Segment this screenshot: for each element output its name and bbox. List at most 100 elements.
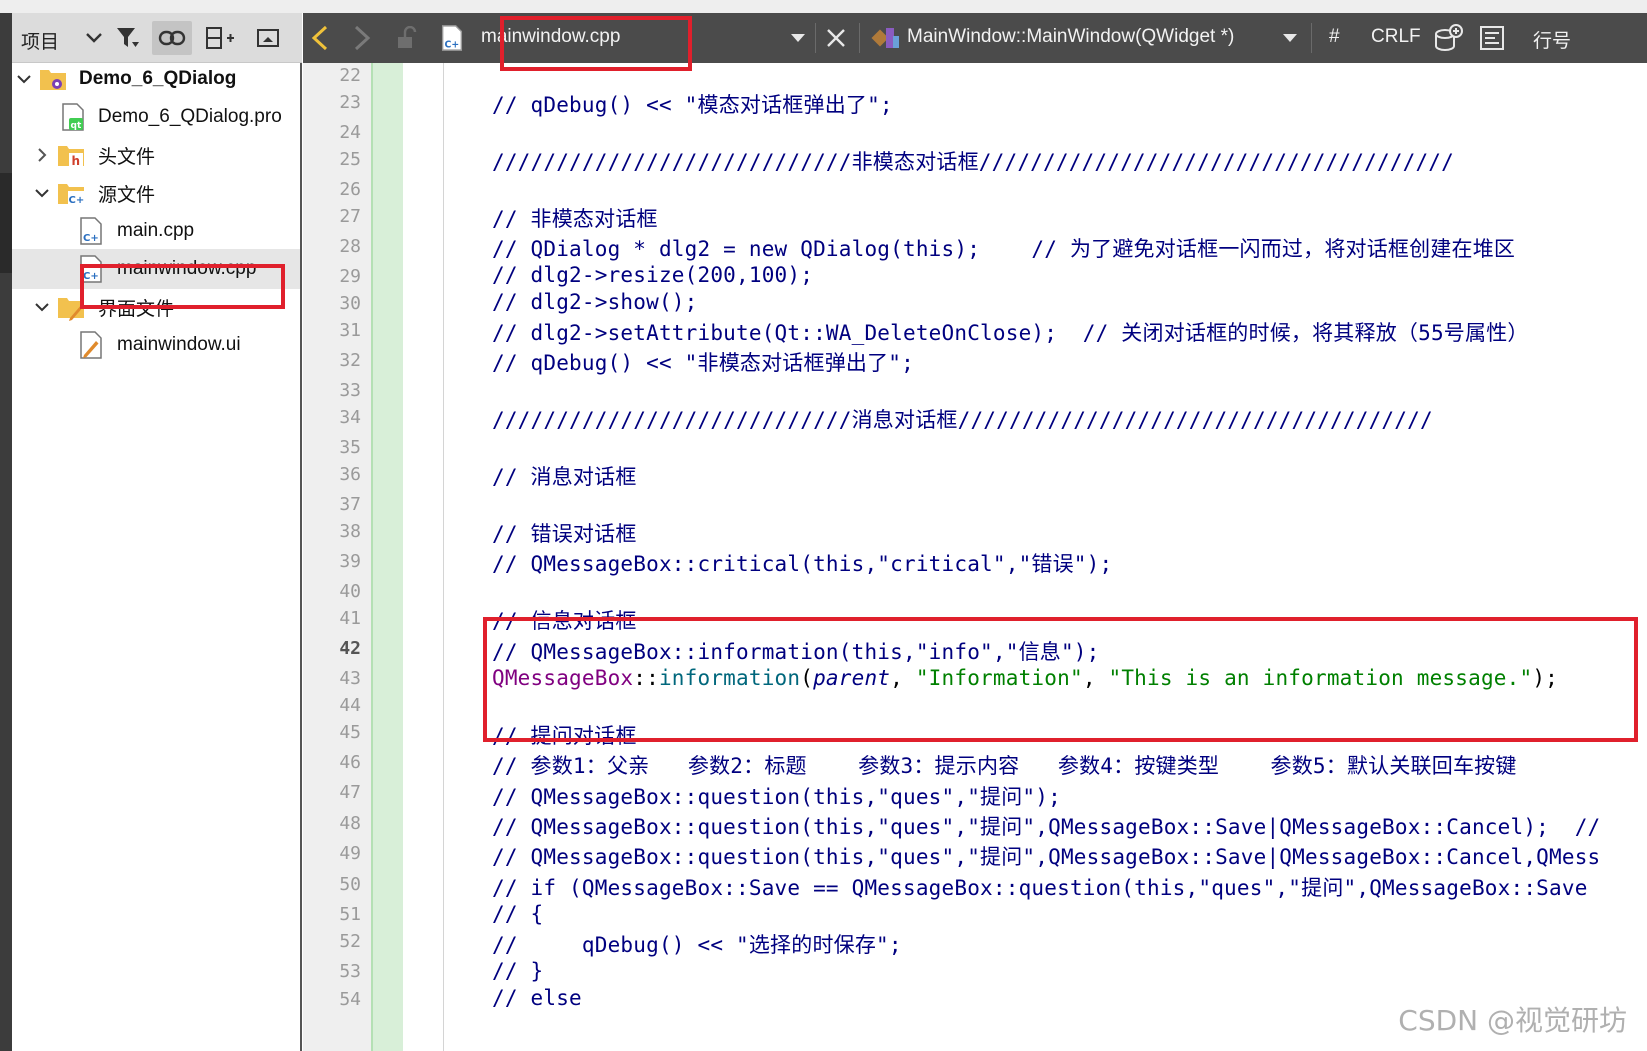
close-sidebar-button[interactable] — [248, 21, 288, 55]
svg-text:qt: qt — [71, 121, 82, 131]
code-editor[interactable]: // qDebug() << "模态对话框弹出了"; /////////////… — [403, 63, 1647, 1051]
open-documents-dropdown[interactable] — [781, 21, 815, 55]
filter-icon — [117, 28, 139, 47]
tree-item-pro-file[interactable]: qt Demo_6_QDialog.pro — [12, 97, 300, 137]
code-line-34: ////////////////////////////消息对话框///////… — [492, 408, 1433, 432]
tree-item-label: Demo_6_QDialog — [79, 68, 237, 89]
line-number-label[interactable]: 行号 — [1533, 26, 1571, 53]
line-number: 32 — [339, 350, 361, 371]
navigate-forward-button[interactable] — [345, 21, 379, 55]
chevron-right-icon — [38, 148, 47, 162]
tree-item-mainwindow-ui[interactable]: mainwindow.ui — [12, 325, 300, 365]
line-number: 48 — [339, 813, 361, 834]
project-toolbar: 项目 — [12, 13, 302, 63]
mode-selector-handle[interactable] — [0, 173, 12, 273]
line-number: 47 — [339, 782, 361, 803]
sync-link-button[interactable] — [152, 21, 192, 55]
highlight-box-tab — [500, 16, 692, 71]
database-plus-icon — [1435, 24, 1463, 51]
watermark: CSDN @视觉研坊 — [1398, 1004, 1627, 1037]
filter-button[interactable] — [108, 21, 148, 55]
code-line-48: // QMessageBox::question(this,"ques","提问… — [492, 815, 1601, 839]
cpp-file-icon: C+ — [441, 25, 463, 51]
link-icon — [158, 30, 186, 46]
code-line-51: // { — [492, 902, 544, 926]
navigate-back-button[interactable] — [303, 21, 337, 55]
unlock-icon — [398, 26, 417, 48]
svg-text:C+: C+ — [83, 233, 99, 244]
line-number: 26 — [339, 179, 361, 200]
code-line-39: // QMessageBox::critical(this,"critical"… — [492, 552, 1113, 576]
code-line-46: // 参数1：父亲 参数2：标题 参数3：提示内容 参数4：按键类型 参数5：默… — [492, 754, 1517, 778]
file-type-indicator: C+ — [435, 21, 469, 55]
line-number: 38 — [339, 521, 361, 542]
chevron-down-icon — [17, 75, 31, 84]
tree-item-headers[interactable]: h 头文件 — [12, 135, 300, 175]
line-number: 39 — [339, 551, 361, 572]
line-number: 41 — [339, 608, 361, 629]
line-number: 40 — [339, 581, 361, 602]
line-number: 54 — [339, 989, 361, 1010]
line-number: 27 — [339, 206, 361, 227]
qt-project-file-icon: qt — [62, 103, 84, 131]
lock-button[interactable] — [389, 21, 423, 55]
code-line-28: // QDialog * dlg2 = new QDialog(this); /… — [492, 237, 1516, 261]
forward-arrow-icon — [354, 25, 371, 51]
code-line-47: // QMessageBox::question(this,"ques","提问… — [492, 785, 1061, 809]
chevron-down-icon — [86, 33, 102, 43]
code-line-53: // } — [492, 959, 544, 983]
code-line-52: // qDebug() << "选择的时保存"; — [492, 933, 902, 957]
line-ending-selector[interactable]: CRLF — [1371, 26, 1421, 48]
tree-item-label: Demo_6_QDialog.pro — [98, 106, 282, 127]
triangle-down-icon — [791, 34, 805, 42]
project-tree: Demo_6_QDialog qt Demo_6_QDialog.pro h 头… — [12, 63, 302, 1051]
chevron-down-icon — [35, 303, 49, 312]
menu-bar — [0, 0, 1647, 13]
back-arrow-icon — [311, 25, 328, 51]
code-line-38: // 错误对话框 — [492, 522, 637, 546]
line-number: 36 — [339, 464, 361, 485]
highlight-box-tree-item — [80, 264, 285, 309]
line-number: 25 — [339, 149, 361, 170]
code-line-54: // else — [492, 986, 582, 1010]
tree-item-project[interactable]: Demo_6_QDialog — [12, 59, 300, 99]
svg-text:C+: C+ — [445, 39, 460, 50]
toolbar-divider — [1311, 23, 1312, 53]
tree-item-label: 源文件 — [98, 184, 156, 206]
close-document-button[interactable] — [819, 21, 853, 55]
hash-indicator[interactable]: # — [1329, 26, 1340, 48]
code-line-50: // if (QMessageBox::Save == QMessageBox:… — [492, 876, 1588, 900]
code-line-49: // QMessageBox::question(this,"ques","提问… — [492, 845, 1601, 869]
current-symbol[interactable]: MainWindow::MainWindow(QWidget *) — [907, 26, 1234, 48]
symbols-dropdown[interactable] — [1273, 21, 1307, 55]
split-button[interactable] — [200, 21, 240, 55]
line-number-gutter: 22 23 24 25 26 27 28 29 30 31 32 33 34 3… — [303, 63, 371, 1051]
tree-item-main-cpp[interactable]: C+ main.cpp — [12, 211, 300, 251]
line-number: 24 — [339, 122, 361, 143]
line-number: 49 — [339, 843, 361, 864]
line-number: 30 — [339, 293, 361, 314]
line-number: 53 — [339, 961, 361, 982]
project-folder-icon — [40, 70, 66, 90]
code-line-32: // qDebug() << "非模态对话框弹出了"; — [492, 351, 914, 375]
toolbar-divider — [859, 23, 860, 53]
tree-item-sources[interactable]: C+ 源文件 — [12, 173, 300, 213]
code-line-27: // 非模态对话框 — [492, 207, 658, 231]
outline-button[interactable] — [1475, 21, 1509, 55]
source-folder-icon: C+ — [58, 184, 85, 206]
tree-item-label: main.cpp — [117, 220, 195, 241]
toolbar-divider — [815, 23, 816, 53]
code-line-30: // dlg2->show(); — [492, 290, 698, 314]
line-number: 33 — [339, 380, 361, 401]
code-line-25: ////////////////////////////非模态对话框//////… — [492, 150, 1454, 174]
add-split-button[interactable] — [1431, 21, 1465, 55]
line-number: 29 — [339, 266, 361, 287]
cpp-file-icon: C+ — [80, 217, 102, 245]
line-number: 43 — [339, 668, 361, 689]
header-folder-icon: h — [58, 146, 84, 168]
line-number: 23 — [339, 92, 361, 113]
triangle-down-icon — [1283, 34, 1297, 42]
line-number: 34 — [339, 407, 361, 428]
code-line-31: // dlg2->setAttribute(Qt::WA_DeleteOnClo… — [492, 321, 1529, 345]
svg-text:C+: C+ — [69, 195, 85, 206]
